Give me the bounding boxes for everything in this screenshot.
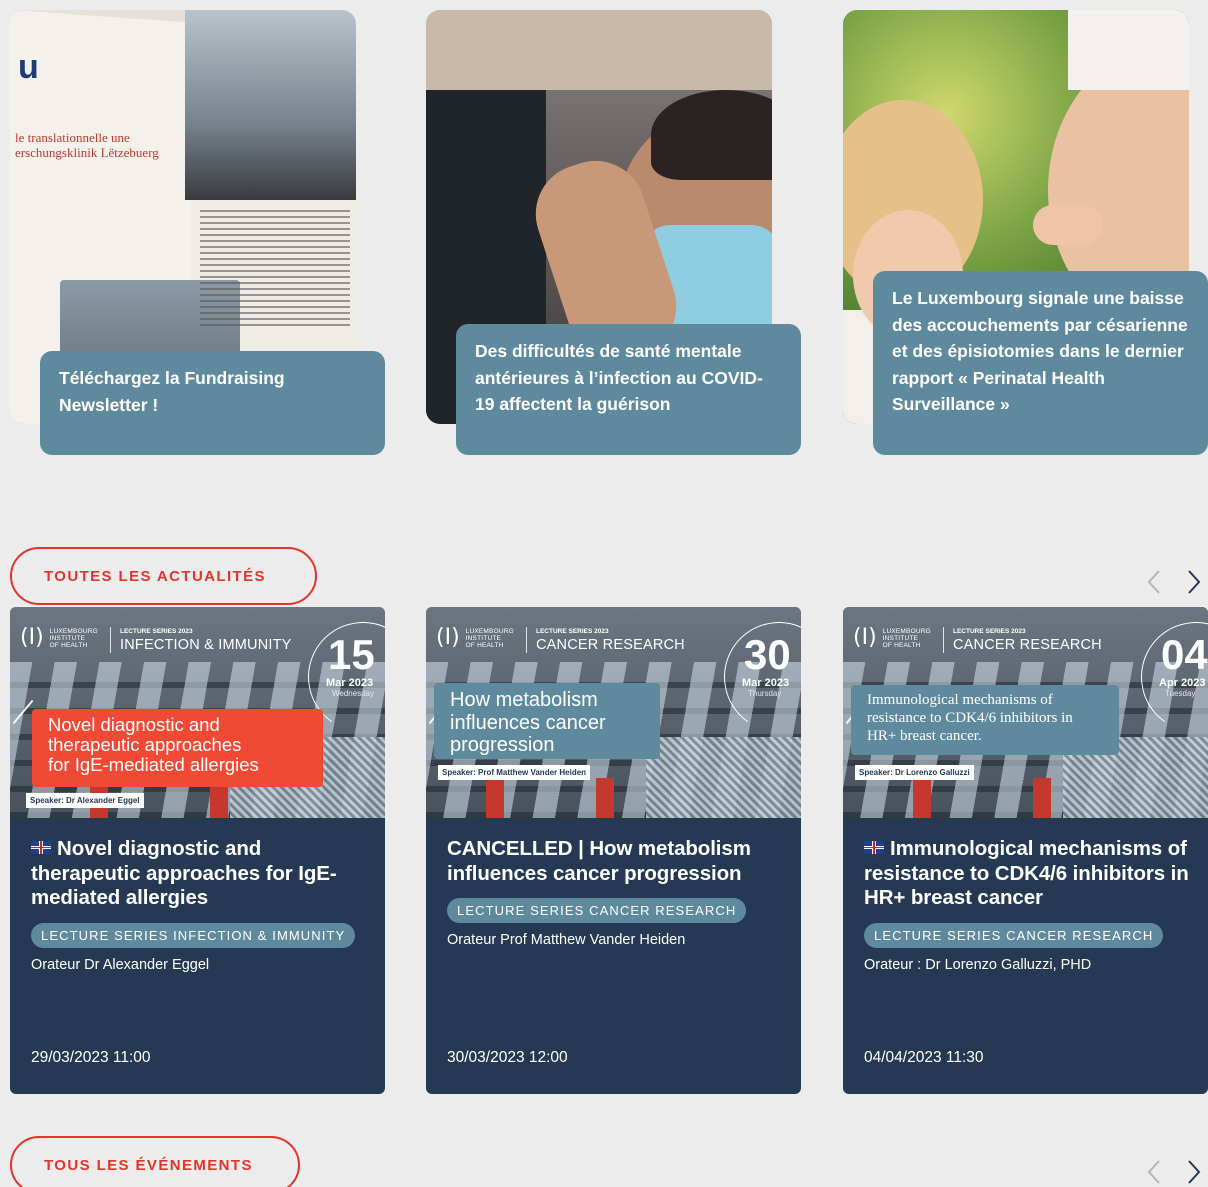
chevron-right-icon[interactable]	[1181, 567, 1207, 597]
magazine-heading: u	[18, 48, 39, 86]
event-banner[interactable]: (Ⅰ) LUXEMBOURG INSTITUTE OF HEALTH LECTURE…	[426, 607, 801, 818]
banner-series: INFECTION & IMMUNITY	[120, 637, 292, 653]
all-events-button[interactable]: TOUS LES ÉVÉNEMENTS	[10, 1136, 300, 1187]
event-body: Novel diagnostic and therapeutic approac…	[31, 837, 371, 973]
banner-weekday: Tuesday	[1165, 689, 1196, 698]
news-card[interactable]: Des difficultés de santé mentale antérie…	[426, 10, 801, 455]
banner-month: Mar 2023	[742, 677, 790, 689]
event-category-tag[interactable]: LECTURE SERIES CANCER RESEARCH	[447, 898, 747, 923]
event-title[interactable]: CANCELLED | How metabolism influences ca…	[447, 837, 787, 886]
event-card[interactable]: (Ⅰ) LUXEMBOURG INSTITUTE OF HEALTH LECTURE…	[843, 607, 1208, 1094]
event-datetime: 04/04/2023 11:30	[864, 1049, 984, 1066]
banner-month: Apr 2023	[1159, 677, 1206, 689]
banner-series-small: LECTURE SERIES 2023	[536, 628, 609, 635]
banner-day: 30	[744, 631, 791, 678]
news-carousel-nav	[1141, 567, 1207, 597]
banner-title: Novel diagnostic and therapeutic approac…	[32, 709, 323, 787]
lih-logo: (Ⅰ) LUXEMBOURG INSTITUTE OF HEALTH	[20, 625, 98, 650]
event-speaker: Orateur Prof Matthew Vander Heiden	[447, 932, 686, 948]
uk-flag-icon	[31, 841, 51, 854]
banner-title: Immunological mechanisms of resistance t…	[851, 685, 1119, 755]
banner-series: CANCER RESEARCH	[536, 637, 685, 653]
event-body: CANCELLED | How metabolism influences ca…	[447, 837, 787, 948]
banner-weekday: Thursday	[748, 689, 782, 698]
chevron-left-icon[interactable]	[1141, 1157, 1167, 1187]
news-caption[interactable]: Le Luxembourg signale une baisse des acc…	[873, 271, 1208, 455]
banner-day: 15	[328, 631, 375, 678]
event-card[interactable]: (Ⅰ) LUXEMBOURG INSTITUTE OF HEALTH LECTURE…	[426, 607, 801, 1094]
event-speaker: Orateur Dr Alexander Eggel	[31, 956, 210, 973]
banner-day: 04	[1161, 631, 1208, 678]
all-news-button[interactable]: TOUTES LES ACTUALITÉS	[10, 547, 317, 605]
banner-month: Mar 2023	[326, 677, 374, 689]
event-banner[interactable]: (Ⅰ) LUXEMBOURG INSTITUTE OF HEALTH LECTURE…	[10, 607, 385, 818]
event-title[interactable]: Novel diagnostic and therapeutic approac…	[31, 837, 371, 911]
banner-weekday: Wednesday	[332, 689, 375, 698]
event-category-tag[interactable]: LECTURE SERIES INFECTION & IMMUNITY	[31, 922, 356, 948]
event-banner[interactable]: (Ⅰ) LUXEMBOURG INSTITUTE OF HEALTH LECTURE…	[843, 607, 1208, 818]
banner-title: How metabolism influences cancer progres…	[434, 683, 660, 759]
news-caption[interactable]: Téléchargez la Fundraising Newsletter !	[40, 351, 385, 455]
banner-series-small: LECTURE SERIES 2023	[120, 628, 193, 635]
news-card[interactable]: Le Luxembourg signale une baisse des acc…	[843, 10, 1208, 455]
chevron-left-icon[interactable]	[1141, 567, 1167, 597]
event-datetime: 30/03/2023 12:00	[447, 1049, 568, 1066]
banner-speaker: Speaker: Prof Matthew Vander Heiden	[438, 765, 591, 780]
news-caption[interactable]: Des difficultés de santé mentale antérie…	[456, 324, 801, 455]
uk-flag-icon	[864, 841, 884, 854]
banner-series: CANCER RESEARCH	[953, 637, 1102, 653]
event-category-tag[interactable]: LECTURE SERIES CANCER RESEARCH	[864, 922, 1164, 948]
news-card[interactable]: u le translationnelle une erschungsklini…	[10, 10, 385, 455]
event-speaker: Orateur : Dr Lorenzo Galluzzi, PHD	[864, 956, 1092, 973]
event-datetime: 29/03/2023 11:00	[31, 1049, 151, 1066]
lih-logo: (Ⅰ) LUXEMBOURG INSTITUTE OF HEALTH	[436, 625, 514, 650]
banner-speaker: Speaker: Dr Lorenzo Galluzzi	[855, 765, 974, 780]
lih-logo: (Ⅰ) LUXEMBOURG INSTITUTE OF HEALTH	[853, 625, 931, 650]
magazine-subtitle: le translationnelle une erschungsklinik …	[15, 130, 159, 160]
event-title[interactable]: Immunological mechanisms of resistance t…	[864, 837, 1204, 911]
events-carousel-nav	[1141, 1157, 1207, 1187]
banner-series-small: LECTURE SERIES 2023	[953, 628, 1026, 635]
banner-speaker: Speaker: Dr Alexander Eggel	[26, 793, 144, 808]
event-card[interactable]: (Ⅰ) LUXEMBOURG INSTITUTE OF HEALTH LECTURE…	[10, 607, 385, 1094]
event-body: Immunological mechanisms of resistance t…	[864, 837, 1204, 973]
chevron-right-icon[interactable]	[1181, 1157, 1207, 1187]
